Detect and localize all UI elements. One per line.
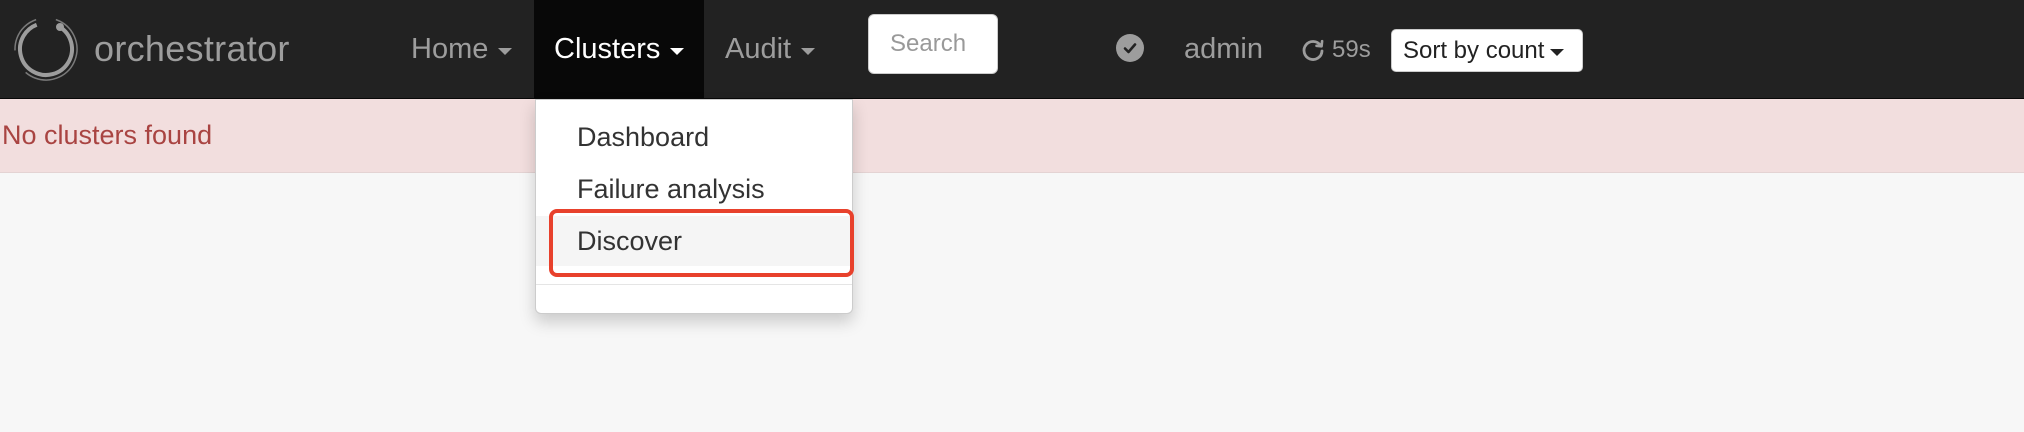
menu-item-label: Failure analysis (577, 173, 765, 204)
clusters-dropdown-menu: Dashboard Failure analysis Discover (535, 99, 853, 314)
user-menu[interactable]: admin (1184, 0, 1263, 99)
refresh-icon (1302, 39, 1324, 61)
menu-item-failure-analysis[interactable]: Failure analysis (536, 164, 852, 214)
nav-home-label: Home (411, 33, 489, 65)
sort-label: Sort by count (1403, 36, 1545, 64)
nav-clusters-dropdown[interactable]: Clusters (534, 0, 704, 99)
nav-audit-dropdown[interactable]: Audit (704, 0, 834, 99)
auto-refresh[interactable]: 59s (1300, 0, 1371, 99)
caret-down-icon (498, 47, 513, 55)
sort-dropdown-button[interactable]: Sort by count (1391, 29, 1583, 72)
caret-down-icon (801, 47, 816, 55)
nav-audit-label: Audit (725, 33, 792, 65)
orchestrator-logo-icon (14, 17, 78, 81)
caret-down-icon (670, 47, 685, 55)
nav-home-dropdown[interactable]: Home (394, 0, 534, 99)
username: admin (1184, 33, 1263, 65)
alert-message: No clusters found (2, 120, 213, 150)
brand[interactable]: orchestrator (12, 14, 290, 84)
check-circle-icon[interactable] (1116, 34, 1144, 62)
nav-clusters-label: Clusters (554, 33, 661, 65)
no-clusters-alert: No clusters found (0, 99, 2024, 173)
caret-down-icon (1550, 48, 1565, 56)
menu-divider (536, 284, 852, 285)
top-navbar: orchestrator Home Clusters Audit admin 5… (0, 0, 2024, 99)
menu-item-dashboard[interactable]: Dashboard (536, 112, 852, 162)
menu-item-label: Dashboard (577, 121, 710, 152)
refresh-countdown: 59s (1332, 35, 1371, 63)
menu-item-label: Discover (577, 225, 683, 256)
brand-name: orchestrator (94, 28, 290, 69)
search-input[interactable] (868, 14, 998, 74)
menu-item-discover[interactable]: Discover (536, 216, 852, 266)
